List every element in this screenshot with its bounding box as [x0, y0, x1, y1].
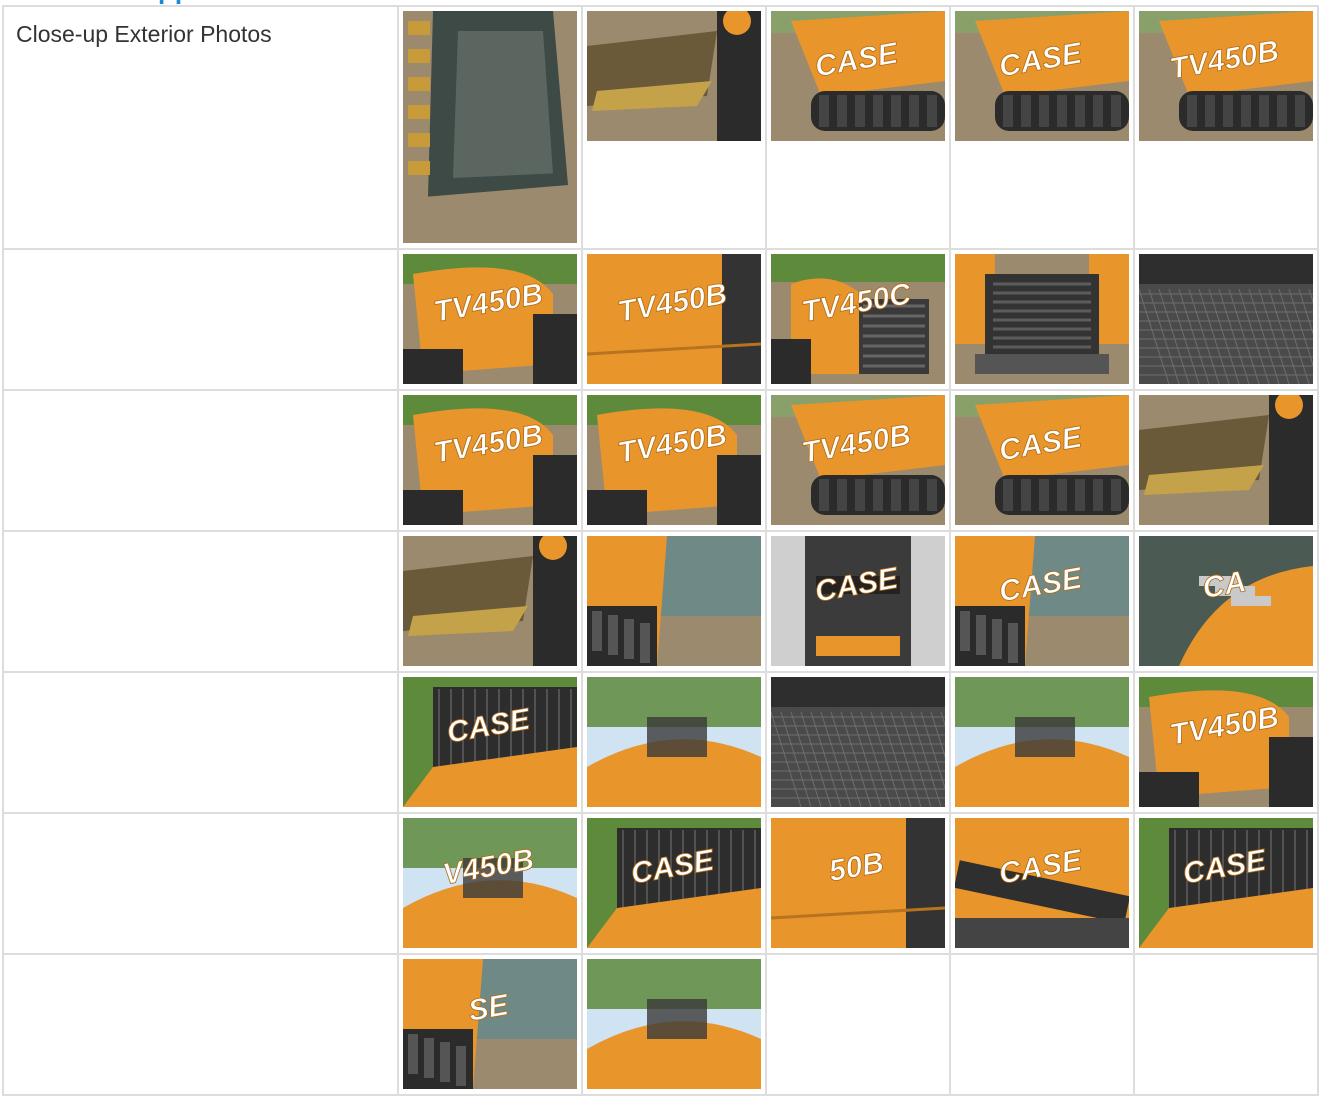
row-label-cell	[2, 389, 399, 532]
photo-row: SE	[2, 953, 1319, 1096]
side-track-case-photo[interactable]: CASE	[955, 395, 1129, 525]
photo-cell: TV450B	[1133, 671, 1319, 814]
photo-cell	[949, 671, 1135, 814]
row-label-cell	[2, 671, 399, 814]
photo-cell	[397, 5, 583, 250]
loader-case-side-photo[interactable]: CASE	[771, 11, 945, 141]
cab-cage-case-photo[interactable]: CASE	[403, 677, 577, 807]
photo-cell: TV450C	[765, 248, 951, 391]
section-label: Close-up Exterior Photos	[16, 21, 272, 47]
side-fender-model-photo[interactable]: TV450B	[587, 395, 761, 525]
photo-cell: TV450B	[1133, 5, 1319, 250]
photo-row: CASE CASE CA	[2, 530, 1319, 673]
exhaust-stack-photo[interactable]	[955, 677, 1129, 807]
photo-cell: 50B	[765, 812, 951, 955]
rear-grille-photo[interactable]: TV450C	[771, 254, 945, 384]
photo-cell: V450B	[397, 812, 583, 955]
photo-cell: CASE	[765, 530, 951, 673]
cab-rear-trees-photo[interactable]	[587, 959, 761, 1089]
row-label-cell	[2, 248, 399, 391]
photo-cell: CASE	[1133, 812, 1319, 955]
photo-cell	[765, 671, 951, 814]
row-label-cell	[2, 812, 399, 955]
side-track-model-photo[interactable]: TV450B	[771, 395, 945, 525]
photo-cell: CASE	[765, 5, 951, 250]
hydraulic-couplers-photo[interactable]: CA	[1139, 536, 1313, 666]
photo-row: TV450B TV450B TV450B CASE	[2, 389, 1319, 532]
engine-grate-photo[interactable]	[771, 677, 945, 807]
loader-rear-model-photo[interactable]: TV450B	[1139, 11, 1313, 141]
photo-cell	[397, 530, 583, 673]
photo-row: Close-up Exterior Photos CASE CASE TV450…	[2, 5, 1319, 250]
rear-corner-model-photo[interactable]: TV450B	[403, 395, 577, 525]
rear-step-grate-photo[interactable]	[1139, 254, 1313, 384]
loader-case-track-photo[interactable]: CASE	[955, 11, 1129, 141]
rear-fender-closeup-photo[interactable]: TV450B	[587, 254, 761, 384]
photo-cell	[1133, 389, 1319, 532]
svg-text:SE: SE	[466, 988, 512, 1028]
photo-cell: CASE	[581, 812, 767, 955]
rear-fender-model-photo[interactable]: TV450B	[403, 254, 577, 384]
row-label-cell	[2, 953, 399, 1096]
bucket-ground-photo[interactable]	[587, 11, 761, 141]
photo-cell: CASE	[949, 530, 1135, 673]
rear-light-model-photo[interactable]: TV450B	[1139, 677, 1313, 807]
track-case-lower-photo[interactable]: SE	[403, 959, 577, 1089]
photo-cell: CASE	[949, 5, 1135, 250]
photo-cell	[1133, 248, 1319, 391]
photo-cell: TV450B	[581, 248, 767, 391]
photo-cell	[581, 671, 767, 814]
bucket-arm-photo[interactable]	[403, 536, 577, 666]
photo-cell: TV450B	[581, 389, 767, 532]
photo-cell: SE	[397, 953, 583, 1096]
photo-cell: CASE	[949, 812, 1135, 955]
photo-table: Close-up Exterior Photos CASE CASE TV450…	[2, 5, 1319, 1096]
cage-case-trees-photo[interactable]: CASE	[1139, 818, 1313, 948]
photo-cell: CASE	[949, 389, 1135, 532]
photo-cell	[581, 530, 767, 673]
row-label-cell: Close-up Exterior Photos	[2, 5, 399, 250]
loader-arm-case-photo[interactable]: CASE	[955, 536, 1129, 666]
photo-cell: TV450B	[397, 389, 583, 532]
front-track-bucket-photo[interactable]	[1139, 395, 1313, 525]
cab-door-open-photo[interactable]	[587, 536, 761, 666]
photo-table-body: Close-up Exterior Photos CASE CASE TV450…	[2, 5, 1319, 1096]
page-heading-fragment: pp	[158, 0, 218, 4]
roof-trees-photo[interactable]	[587, 677, 761, 807]
photo-cell	[581, 5, 767, 250]
photo-row: TV450B TV450B TV450C	[2, 248, 1319, 391]
row-label-cell	[2, 530, 399, 673]
photo-cell	[581, 953, 767, 1096]
photo-cell: CASE	[397, 671, 583, 814]
rear-grille-center-photo[interactable]	[955, 254, 1129, 384]
photo-row: V450B CASE 50B CASE CASE	[2, 812, 1319, 955]
top-fender-model-photo[interactable]: V450B	[403, 818, 577, 948]
bucket-teeth-photo[interactable]	[403, 11, 577, 243]
empty-cell	[765, 953, 951, 1096]
cab-entry-photo[interactable]: CASE	[771, 536, 945, 666]
photo-cell: TV450B	[765, 389, 951, 532]
empty-cell	[949, 953, 1135, 1096]
top-case-side-photo[interactable]: CASE	[587, 818, 761, 948]
photo-cell	[949, 248, 1135, 391]
arm-case-closeup-photo[interactable]: CASE	[955, 818, 1129, 948]
photo-cell: TV450B	[397, 248, 583, 391]
empty-cell	[1133, 953, 1319, 1096]
side-panel-model-photo[interactable]: 50B	[771, 818, 945, 948]
photo-row: CASE TV450B	[2, 671, 1319, 814]
photo-cell: CA	[1133, 530, 1319, 673]
